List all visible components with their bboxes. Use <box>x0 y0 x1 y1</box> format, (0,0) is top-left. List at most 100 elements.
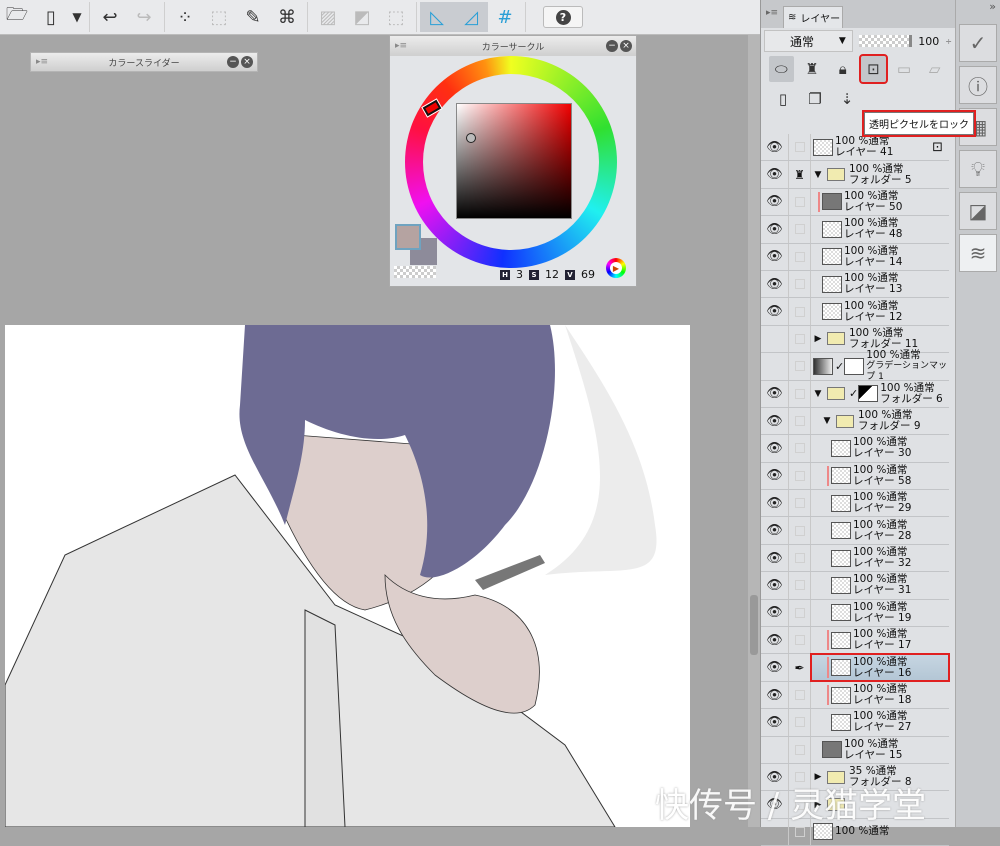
main-color-swatch[interactable] <box>395 224 421 250</box>
layer-row[interactable]: ✓ 100 %通常 グラデーションマップ 1 <box>761 349 949 382</box>
eye-icon[interactable]: 👁︎ <box>761 194 788 209</box>
layer-row[interactable]: 👁︎ 100 %通常 レイヤー 12 <box>761 298 949 326</box>
layer-row[interactable]: 👁︎ 100 %通常 レイヤー 32 <box>761 544 949 573</box>
collapsed-arrow-icon[interactable]: ▶ <box>813 334 823 344</box>
layer-folder-row[interactable]: 👁︎ ▼ ✓ 100 %通常 フォルダー 6 <box>761 380 949 408</box>
snap-ruler-icon[interactable]: ◺ <box>420 2 454 32</box>
lightbulb-icon[interactable]: 💡︎ <box>959 150 997 188</box>
expanded-arrow-icon[interactable]: ▼ <box>813 170 823 180</box>
eye-icon[interactable]: 👁︎ <box>761 386 788 401</box>
layer-row[interactable]: 👁︎ 100 %通常 レイヤー 41 ⊡ <box>761 134 949 162</box>
layer-row[interactable]: 100 %通常 レイヤー 15 <box>761 736 949 764</box>
layer-row[interactable]: 👁︎ 100 %通常 レイヤー 28 <box>761 517 949 545</box>
layer-row[interactable]: 👁︎ 100 %通常 レイヤー 19 <box>761 599 949 628</box>
clear-icon[interactable]: ▨ <box>311 2 345 32</box>
layer-row[interactable]: 👁︎ 100 %通常 レイヤー 50 <box>761 188 949 217</box>
layer-content[interactable]: 100 %通常 レイヤー 41 ⊡ <box>811 134 949 160</box>
layer-row[interactable]: 👁︎ 100 %通常 レイヤー 17 <box>761 627 949 655</box>
deselect-icon[interactable]: ⬚ <box>202 2 236 32</box>
eye-icon[interactable]: 👁︎ <box>761 222 788 237</box>
eye-icon[interactable]: 👁︎ <box>761 468 788 483</box>
new-folder-icon[interactable]: ❐ <box>801 86 829 112</box>
layer-content[interactable]: 100 %通常 レイヤー 50 <box>811 189 949 215</box>
lock-layer-icon[interactable]: 🔒︎ <box>830 56 855 82</box>
eye-icon[interactable]: 👁︎ <box>761 249 788 264</box>
eye-icon[interactable]: 👁︎ <box>761 496 788 511</box>
opacity-slider[interactable] <box>858 35 913 47</box>
snap-grid-icon[interactable]: # <box>488 2 522 32</box>
layer-row[interactable]: 👁︎ 100 %通常 レイヤー 30 <box>761 435 949 463</box>
panel-menu-icon[interactable]: ▸≡ <box>766 8 778 18</box>
snap-special-ruler-icon[interactable]: ◿ <box>454 2 488 32</box>
eye-icon[interactable]: 👁︎ <box>761 551 788 566</box>
color-slider-titlebar[interactable]: ▸≡ カラースライダー − × <box>30 52 258 72</box>
help-button[interactable]: ? <box>543 6 583 28</box>
minimize-icon[interactable]: − <box>606 40 618 52</box>
border-icon[interactable]: ⬚ <box>379 2 413 32</box>
eye-icon[interactable]: 👁︎ <box>761 605 788 620</box>
layer-content[interactable]: 100 %通常 レイヤー 30 <box>811 435 949 461</box>
expand-chevron-icon[interactable]: » <box>956 0 1000 20</box>
layer-row[interactable]: 👁︎ 100 %通常 レイヤー 29 <box>761 490 949 518</box>
blend-mode-select[interactable]: 通常 ▼ <box>764 30 853 52</box>
layer-content[interactable]: 100 %通常 レイヤー 28 <box>811 517 949 543</box>
layer-folder-row[interactable]: 👁︎ ♜ ▼ 100 %通常 フォルダー 5 <box>761 161 949 189</box>
layer-content[interactable]: 100 %通常 レイヤー 48 <box>811 216 949 242</box>
eye-icon[interactable]: 👁︎ <box>761 715 788 730</box>
layer-content[interactable]: ✓ 100 %通常 グラデーションマップ 1 <box>811 349 949 382</box>
canvas-vertical-scrollbar[interactable] <box>748 35 760 827</box>
new-raster-layer-icon[interactable]: ▯ <box>769 86 797 112</box>
expanded-arrow-icon[interactable]: ▼ <box>813 389 823 399</box>
layer-tab[interactable]: ≋ レイヤー <box>783 6 843 28</box>
layer-row[interactable]: 👁︎ 100 %通常 レイヤー 18 <box>761 681 949 710</box>
save-icon[interactable]: ▯ <box>34 2 68 32</box>
eye-icon[interactable]: 👁︎ <box>761 140 788 155</box>
transform-icon[interactable]: ⌘ <box>270 2 304 32</box>
close-icon[interactable]: × <box>241 56 253 68</box>
reference-layer-icon[interactable]: ⬭ <box>769 56 794 82</box>
layer-row[interactable]: 👁︎ 100 %通常 レイヤー 14 <box>761 243 949 271</box>
layer-content[interactable]: 100 %通常 レイヤー 15 <box>811 737 949 763</box>
info-icon[interactable]: ⓘ <box>959 66 997 104</box>
color-space-toggle-icon[interactable]: ▶ <box>606 258 626 278</box>
layer-row[interactable]: 👁︎ 100 %通常 レイヤー 13 <box>761 270 949 299</box>
eye-icon[interactable]: 👁︎ <box>761 167 788 182</box>
redo-icon[interactable]: ↪ <box>127 2 161 32</box>
layer-content[interactable]: 100 %通常 レイヤー 16 <box>810 653 950 682</box>
draft-layer-icon[interactable]: ♜ <box>800 56 825 82</box>
invert-icon[interactable]: ◩ <box>345 2 379 32</box>
layer-row[interactable]: 👁︎ 100 %通常 レイヤー 58 <box>761 462 949 491</box>
open-icon[interactable]: 🗁 <box>0 2 34 32</box>
eye-icon[interactable]: 👁︎ <box>761 277 788 292</box>
layer-content[interactable]: 100 %通常 レイヤー 13 <box>811 271 949 297</box>
eye-icon[interactable]: 👁︎ <box>761 660 788 675</box>
layer-content[interactable]: ▼ 100 %通常 フォルダー 5 <box>811 161 949 187</box>
opacity-value[interactable]: 100 <box>918 35 939 48</box>
merge-down-icon[interactable]: ⇣ <box>833 86 861 112</box>
layer-row[interactable]: 👁︎ 100 %通常 レイヤー 31 <box>761 572 949 600</box>
scroll-thumb[interactable] <box>750 595 758 655</box>
layer-content[interactable]: ▼ ✓ 100 %通常 フォルダー 6 <box>811 381 949 407</box>
layer-folder-row[interactable]: 👁︎ ▼ 100 %通常 フォルダー 9 <box>761 407 949 436</box>
save-dropdown-icon[interactable]: ▼ <box>68 2 86 32</box>
eye-icon[interactable]: 👁︎ <box>761 414 788 429</box>
layer-content[interactable]: 100 %通常 レイヤー 12 <box>811 298 949 324</box>
layer-content[interactable]: 100 %通常 レイヤー 31 <box>811 572 949 598</box>
eye-icon[interactable]: 👁︎ <box>761 633 788 648</box>
layer-row[interactable]: 👁︎ 100 %通常 レイヤー 48 <box>761 216 949 244</box>
layer-content[interactable]: 100 %通常 レイヤー 17 <box>811 627 949 653</box>
eye-icon[interactable]: 👁︎ <box>761 523 788 538</box>
eye-icon[interactable]: 👁︎ <box>761 578 788 593</box>
close-icon[interactable]: × <box>620 40 632 52</box>
layer-content[interactable]: 100 %通常 レイヤー 32 <box>811 545 949 571</box>
layer-content[interactable]: 100 %通常 レイヤー 19 <box>811 600 949 626</box>
panel-menu-icon[interactable]: ▸≡ <box>395 41 407 51</box>
lock-transparent-pixels-icon[interactable]: ⊡ <box>859 54 888 84</box>
material-icon[interactable]: ◪ <box>959 192 997 230</box>
set-as-reference-icon[interactable]: ▱ <box>922 56 947 82</box>
layer-content[interactable]: 100 %通常 レイヤー 18 <box>811 682 949 708</box>
layer-content[interactable]: 100 %通常 レイヤー 58 <box>811 463 949 489</box>
layer-content[interactable]: 100 %通常 レイヤー 29 <box>811 490 949 516</box>
color-circle-titlebar[interactable]: ▸≡ カラーサークル − × <box>390 36 636 56</box>
eye-icon[interactable]: 👁︎ <box>761 688 788 703</box>
